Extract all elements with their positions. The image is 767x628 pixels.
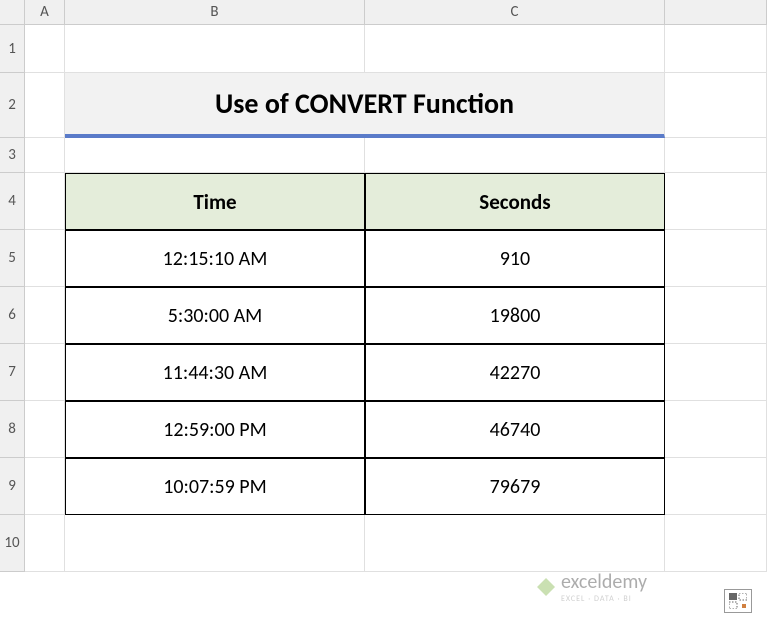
cell-b3[interactable] [65, 138, 365, 173]
cell-seconds-3[interactable]: 42270 [365, 344, 665, 401]
cell-blank-6[interactable] [665, 287, 767, 344]
row-header-5[interactable]: 5 [0, 230, 25, 287]
cell-blank-1[interactable] [665, 25, 767, 73]
watermark: exceldemy EXCEL · DATA · BI [537, 570, 647, 604]
cell-a9[interactable] [25, 458, 65, 515]
row-header-3[interactable]: 3 [0, 138, 25, 173]
cell-a3[interactable] [25, 138, 65, 173]
watermark-brand: exceldemy [561, 570, 647, 594]
logo-icon [537, 578, 555, 596]
cell-b10[interactable] [65, 515, 365, 572]
cell-a1[interactable] [25, 25, 65, 73]
cell-c3[interactable] [365, 138, 665, 173]
cell-blank-7[interactable] [665, 344, 767, 401]
merged-title[interactable]: Use of CONVERT Function [65, 73, 665, 138]
header-seconds[interactable]: Seconds [365, 173, 665, 230]
cell-blank-9[interactable] [665, 458, 767, 515]
column-header-a[interactable]: A [25, 0, 65, 25]
cell-blank-2[interactable] [665, 73, 767, 138]
cell-a8[interactable] [25, 401, 65, 458]
cell-blank-4[interactable] [665, 173, 767, 230]
column-header-c[interactable]: C [365, 0, 665, 25]
column-header-b[interactable]: B [65, 0, 365, 25]
cell-b1[interactable] [65, 25, 365, 73]
cell-a7[interactable] [25, 344, 65, 401]
cell-blank-8[interactable] [665, 401, 767, 458]
row-header-2[interactable]: 2 [0, 73, 25, 138]
cell-time-1[interactable]: 12:15:10 AM [65, 230, 365, 287]
row-header-9[interactable]: 9 [0, 458, 25, 515]
row-header-7[interactable]: 7 [0, 344, 25, 401]
cell-blank-5[interactable] [665, 230, 767, 287]
row-header-4[interactable]: 4 [0, 173, 25, 230]
cell-seconds-1[interactable]: 910 [365, 230, 665, 287]
cell-a10[interactable] [25, 515, 65, 572]
spreadsheet-grid: A B C 1 2 Use of CONVERT Function 3 4 Ti… [0, 0, 767, 572]
row-header-10[interactable]: 10 [0, 515, 25, 572]
cell-seconds-5[interactable]: 79679 [365, 458, 665, 515]
select-all-corner[interactable] [0, 0, 25, 25]
cell-a4[interactable] [25, 173, 65, 230]
column-header-blank[interactable] [665, 0, 767, 25]
cell-time-5[interactable]: 10:07:59 PM [65, 458, 365, 515]
cell-c1[interactable] [365, 25, 665, 73]
cell-a2[interactable] [25, 73, 65, 138]
quick-analysis-icon [729, 593, 747, 609]
cell-blank-10[interactable] [665, 515, 767, 572]
cell-seconds-2[interactable]: 19800 [365, 287, 665, 344]
cell-a6[interactable] [25, 287, 65, 344]
cell-a5[interactable] [25, 230, 65, 287]
cell-time-2[interactable]: 5:30:00 AM [65, 287, 365, 344]
cell-seconds-4[interactable]: 46740 [365, 401, 665, 458]
row-header-8[interactable]: 8 [0, 401, 25, 458]
row-header-6[interactable]: 6 [0, 287, 25, 344]
header-time[interactable]: Time [65, 173, 365, 230]
cell-time-4[interactable]: 12:59:00 PM [65, 401, 365, 458]
quick-analysis-button[interactable] [724, 589, 752, 613]
cell-c10[interactable] [365, 515, 665, 572]
watermark-tagline: EXCEL · DATA · BI [561, 594, 647, 604]
row-header-1[interactable]: 1 [0, 25, 25, 73]
cell-blank-3[interactable] [665, 138, 767, 173]
cell-time-3[interactable]: 11:44:30 AM [65, 344, 365, 401]
